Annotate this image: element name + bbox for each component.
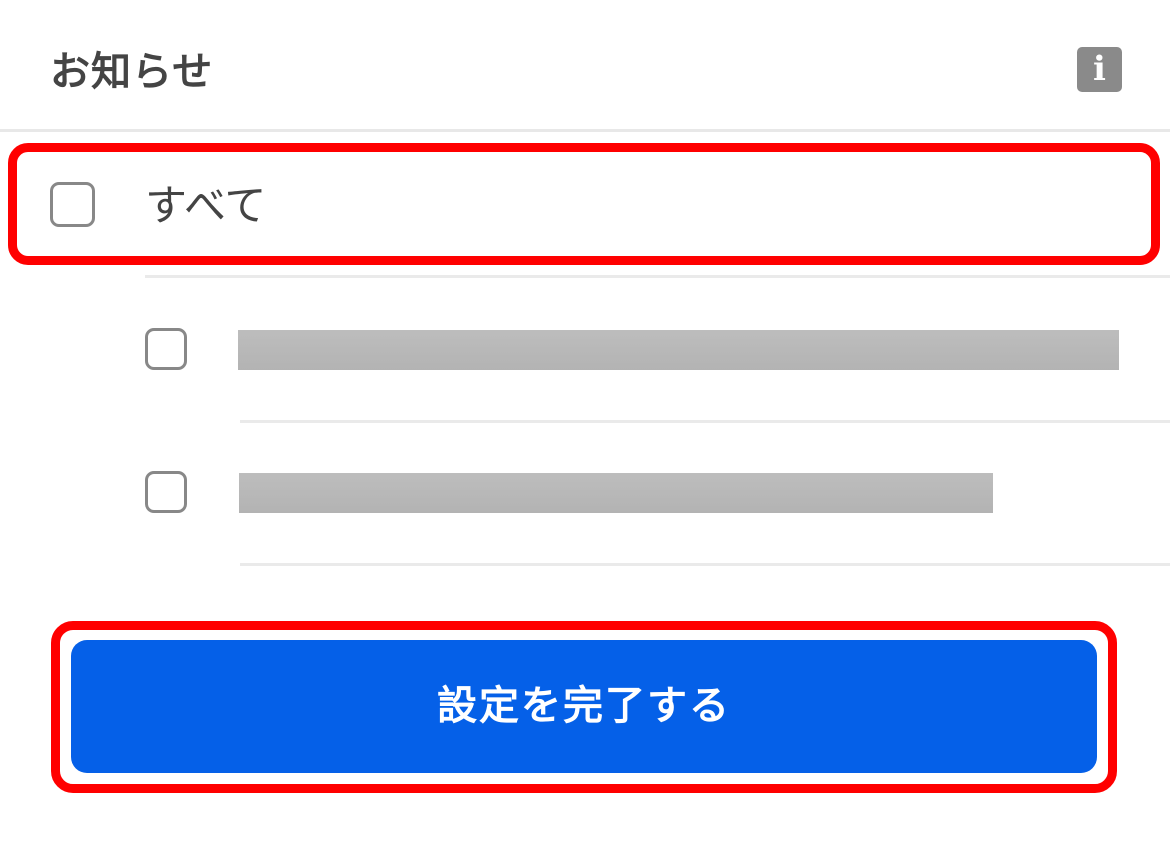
divider bbox=[145, 275, 1170, 278]
redacted-label-option-1 bbox=[238, 330, 1119, 370]
checkbox-all[interactable] bbox=[50, 182, 95, 227]
divider bbox=[240, 563, 1170, 566]
divider bbox=[240, 420, 1170, 423]
redacted-label-option-2 bbox=[239, 473, 993, 513]
checkbox-option-2[interactable] bbox=[145, 471, 187, 513]
complete-settings-button[interactable]: 設定を完了する bbox=[71, 640, 1097, 773]
page-title: お知らせ bbox=[50, 49, 214, 95]
header: お知らせ i bbox=[0, 0, 1170, 132]
checkbox-option-1[interactable] bbox=[145, 328, 187, 370]
info-icon[interactable]: i bbox=[1077, 47, 1122, 92]
option-all-label: すべて bbox=[145, 181, 267, 230]
option-all-row[interactable]: すべて bbox=[0, 135, 1170, 275]
